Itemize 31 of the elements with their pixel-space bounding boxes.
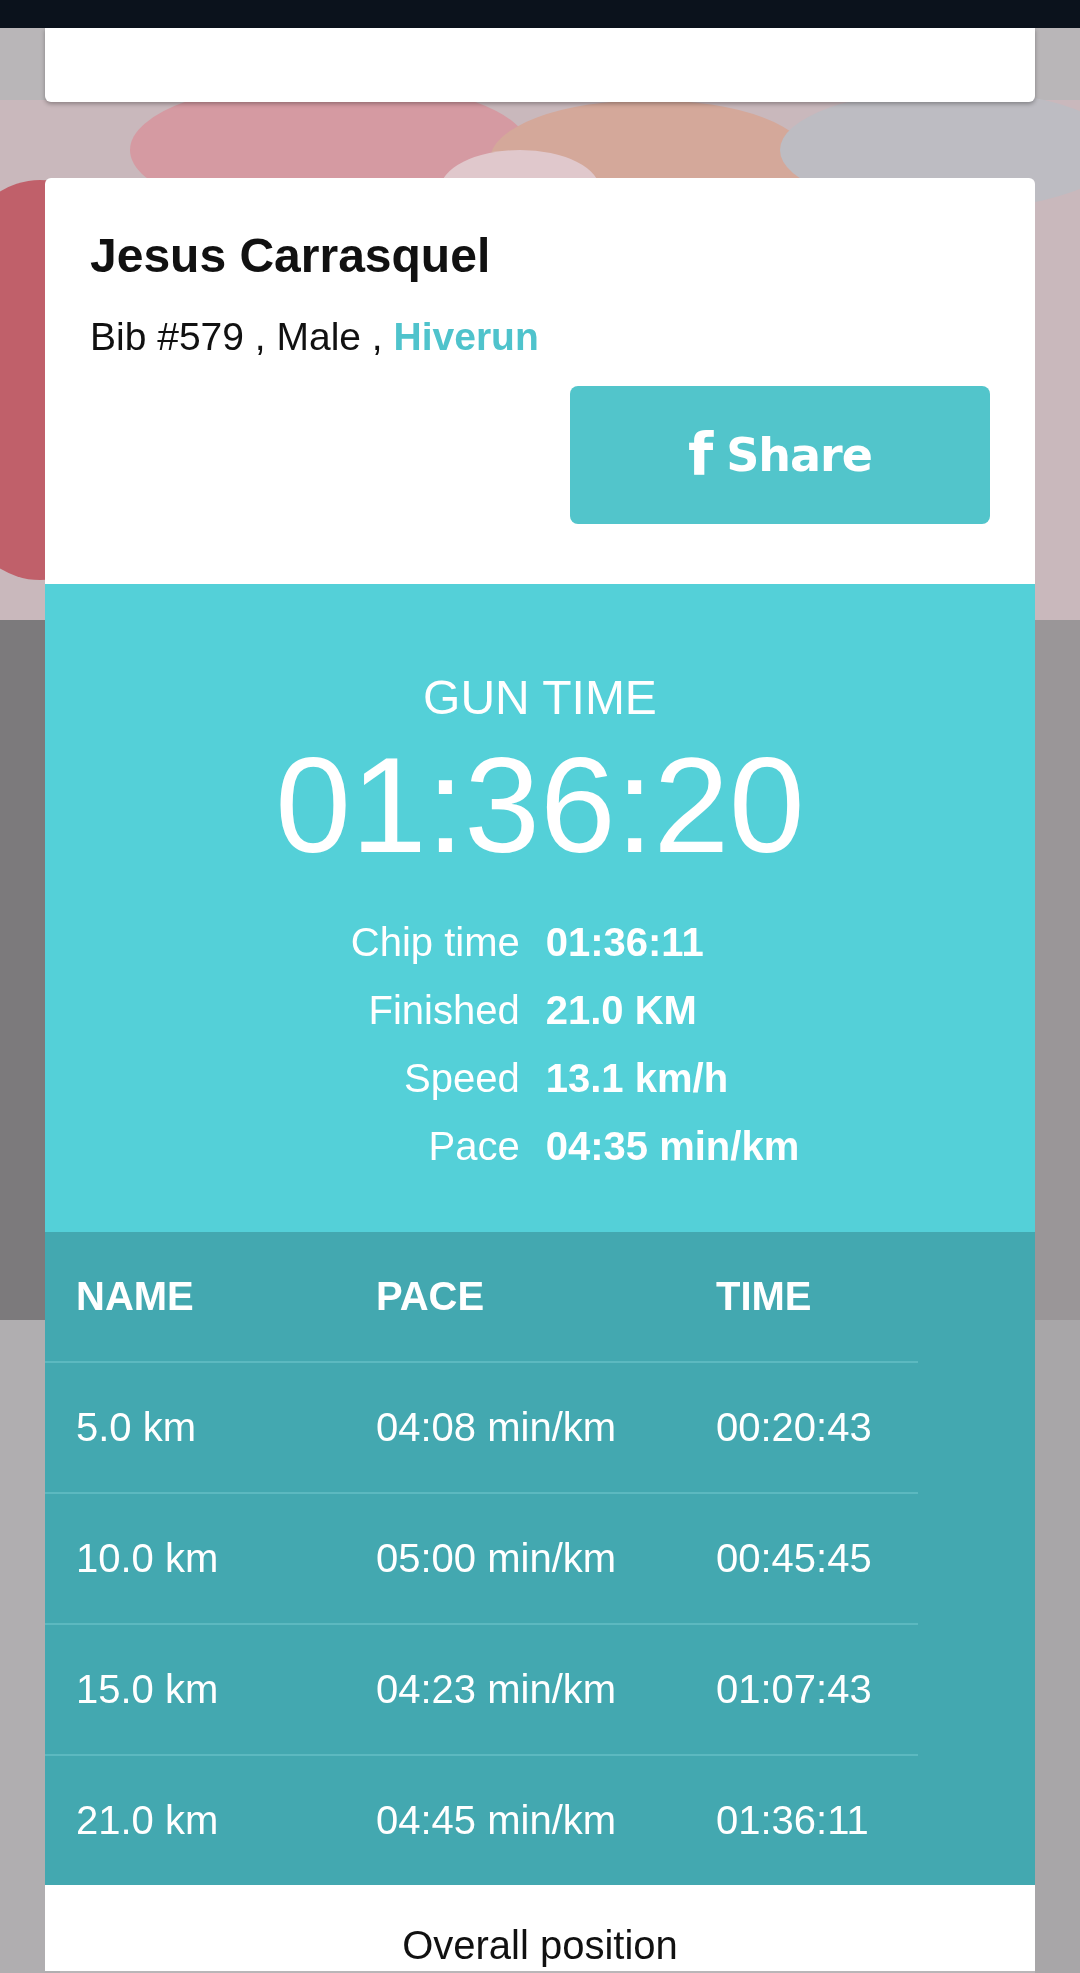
stat-label: Chip time (350, 919, 520, 966)
column-header: PACE (376, 1274, 486, 1319)
table-cell-text: 10.0 km (76, 1536, 220, 1581)
table-cell-text: 5.0 km (76, 1405, 198, 1450)
stat-value: 13.1 km/h (545, 1055, 730, 1102)
table-cell-text: 00:45:45 (716, 1536, 873, 1581)
team-link[interactable]: Hiverun (393, 315, 539, 358)
table-cell-text: 04:08 min/km (376, 1405, 618, 1450)
table-cell-text: 04:23 min/km (376, 1667, 618, 1712)
runner-name: Jesus Carrasquel (90, 228, 492, 284)
stat-value: 21.0 KM (545, 987, 698, 1034)
stat-label: Pace (427, 1123, 520, 1170)
section-title: Overall position (402, 1923, 678, 1967)
column-header: NAME (76, 1274, 195, 1319)
stat-value: 04:35 min/km (545, 1123, 800, 1170)
stat-value: 01:36:11 (545, 919, 705, 966)
share-button[interactable]: f Share (570, 386, 990, 524)
table-cell-text: 21.0 km (76, 1798, 220, 1843)
stat-label: Finished (367, 987, 520, 1034)
table-cell-text: 15.0 km (76, 1667, 220, 1712)
stat-label: Speed (403, 1055, 520, 1102)
table-cell-text: 01:07:43 (716, 1667, 873, 1712)
table-cell-text: 04:45 min/km (376, 1798, 618, 1843)
gun-time: 01:36:20 (275, 730, 805, 880)
table-cell-text: 05:00 min/km (376, 1536, 618, 1581)
column-header: TIME (716, 1274, 813, 1319)
table-cell-text: 01:36:11 (716, 1798, 870, 1843)
facebook-icon: f (687, 421, 713, 489)
runner-details: Bib #579 , Male , Hiverun (90, 314, 540, 360)
summary-title: GUN TIME (423, 670, 657, 726)
table-cell-text: 00:20:43 (716, 1405, 873, 1450)
